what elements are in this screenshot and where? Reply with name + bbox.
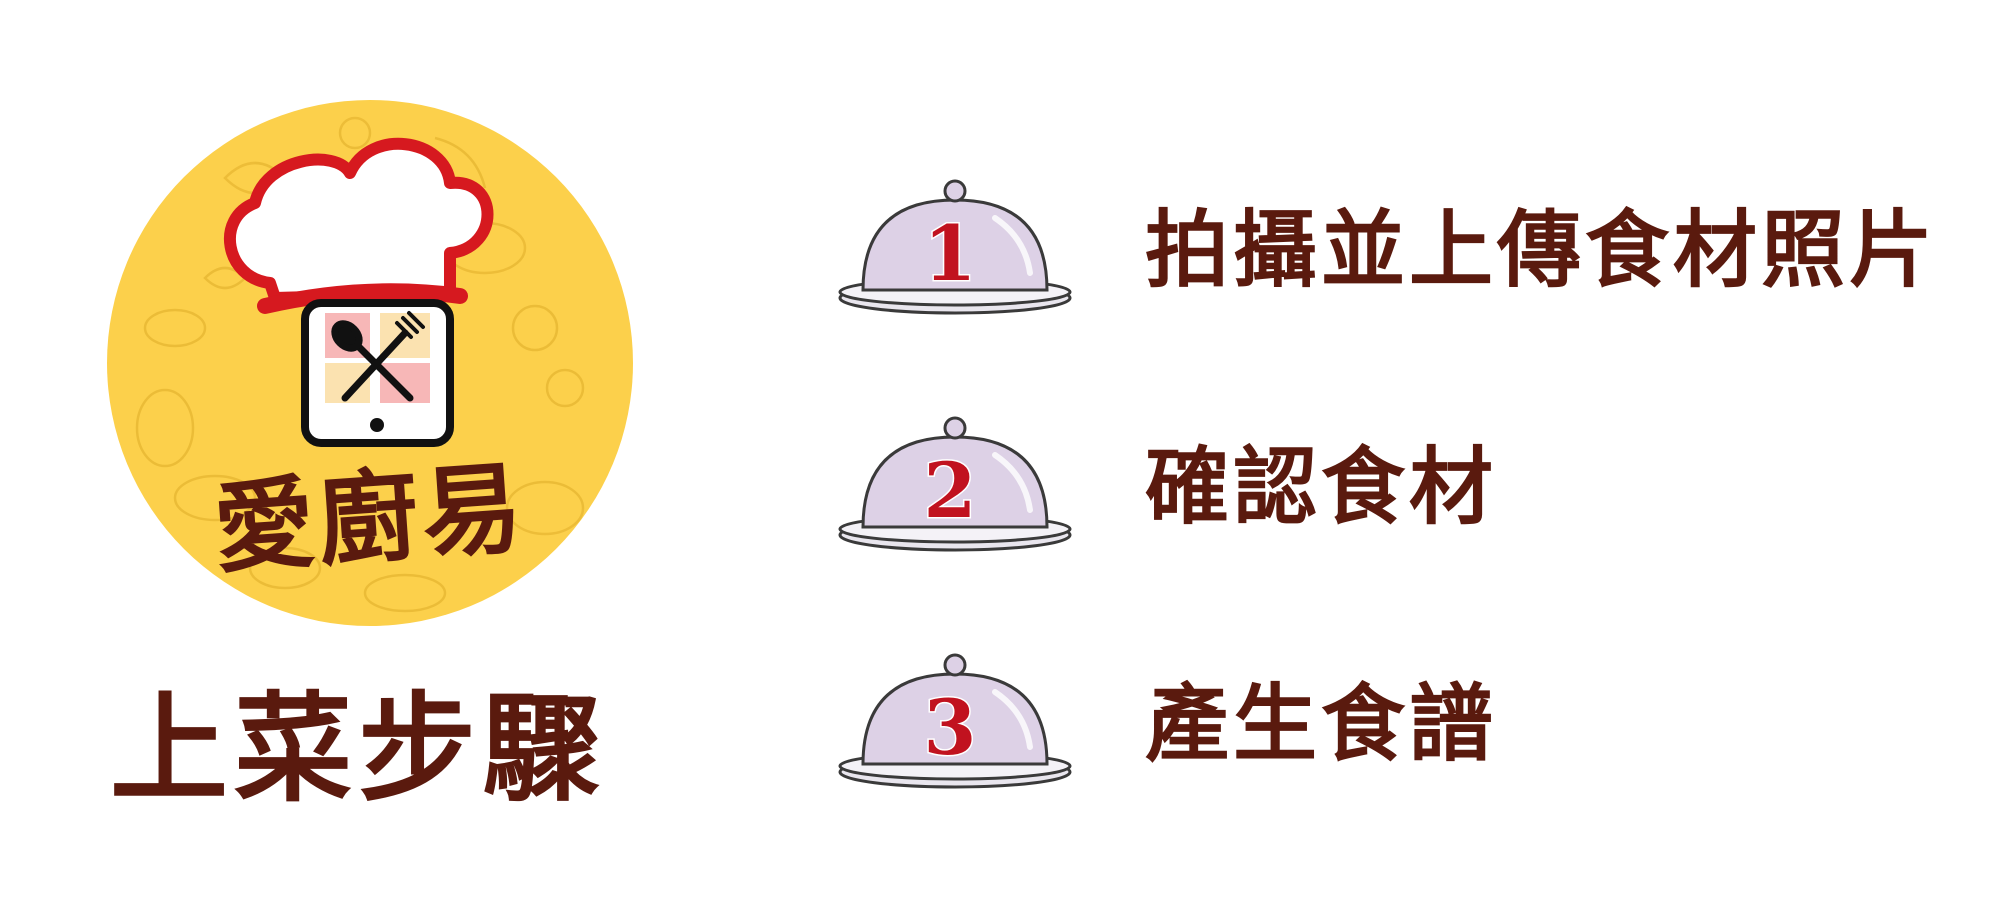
- page-heading: 上菜步驟: [110, 680, 607, 818]
- brand-name-text: 愛廚易: [210, 449, 529, 587]
- step-number: 1: [924, 209, 977, 298]
- phone-icon: [301, 299, 454, 447]
- step-label: 確認食材: [1145, 438, 1498, 536]
- cloche-icon: 3: [835, 652, 1075, 802]
- step-number: 2: [924, 446, 977, 535]
- step-item: 3 產生食譜: [835, 652, 1995, 802]
- step-item: 2 確認食材: [835, 415, 1995, 565]
- step-label: 產生食譜: [1145, 675, 1498, 773]
- cloche-icon: 1: [835, 178, 1075, 328]
- step-label: 拍攝並上傳食材照片: [1145, 201, 1938, 299]
- cloche-icon: 2: [835, 415, 1075, 565]
- step-number: 3: [924, 683, 977, 772]
- step-item: 1 拍攝並上傳食材照片: [835, 178, 1995, 328]
- brand-logo: 愛廚易: [105, 98, 635, 628]
